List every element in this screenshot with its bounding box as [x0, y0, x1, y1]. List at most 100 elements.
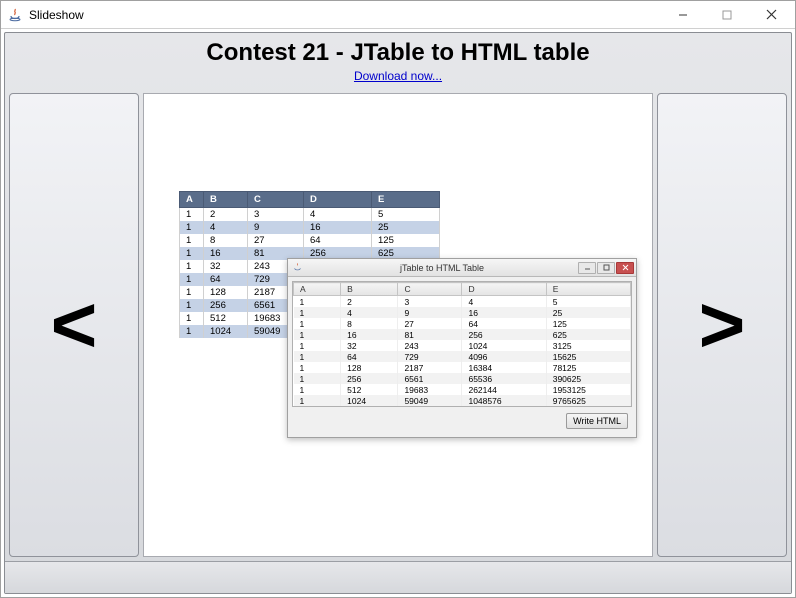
table-cell[interactable]: 1 [294, 296, 341, 308]
table-cell[interactable]: 256 [341, 373, 398, 384]
table-cell[interactable]: 1 [294, 384, 341, 395]
table-cell[interactable]: 9765625 [546, 395, 630, 406]
minimize-button[interactable] [661, 3, 705, 27]
table-cell[interactable]: 1 [294, 340, 341, 351]
table-cell[interactable]: 128 [341, 362, 398, 373]
column-header[interactable]: B [341, 283, 398, 296]
table-cell[interactable]: 262144 [462, 384, 546, 395]
table-cell: 1 [180, 325, 204, 338]
table-cell[interactable]: 1953125 [546, 384, 630, 395]
jtable[interactable]: ABCDE 1234514916251827641251168125662513… [293, 282, 631, 406]
table-cell: 27 [248, 234, 304, 247]
inner-window: jTable to HTML Table ABCDE 1234514916251… [287, 258, 637, 438]
column-header[interactable]: A [294, 283, 341, 296]
table-cell[interactable]: 1 [294, 373, 341, 384]
table-cell: 512 [204, 312, 248, 325]
inner-footer: Write HTML [292, 407, 632, 433]
table-cell[interactable]: 1 [294, 307, 341, 318]
table-cell[interactable]: 4 [462, 296, 546, 308]
table-cell[interactable]: 8 [341, 318, 398, 329]
column-header: C [248, 192, 304, 208]
titlebar: Slideshow [1, 1, 795, 29]
table-cell[interactable]: 3125 [546, 340, 630, 351]
table-cell[interactable]: 78125 [546, 362, 630, 373]
table-cell[interactable]: 2 [341, 296, 398, 308]
download-link[interactable]: Download now... [354, 69, 442, 83]
inner-close-button[interactable] [616, 262, 634, 274]
column-header[interactable]: C [398, 283, 462, 296]
table-cell[interactable]: 1 [294, 329, 341, 340]
column-header: A [180, 192, 204, 208]
table-cell[interactable]: 25 [546, 307, 630, 318]
table-cell[interactable]: 27 [398, 318, 462, 329]
table-cell[interactable]: 2187 [398, 362, 462, 373]
column-header[interactable]: D [462, 283, 546, 296]
close-button[interactable] [749, 3, 793, 27]
prev-button[interactable]: < [9, 93, 139, 557]
column-header: B [204, 192, 248, 208]
table-cell[interactable]: 256 [462, 329, 546, 340]
inner-minimize-button[interactable] [578, 262, 596, 274]
inner-window-controls [577, 262, 634, 274]
table-row[interactable]: 1491625 [294, 307, 631, 318]
table-cell[interactable]: 15625 [546, 351, 630, 362]
table-cell: 64 [204, 273, 248, 286]
table-cell[interactable]: 4 [341, 307, 398, 318]
table-cell[interactable]: 4096 [462, 351, 546, 362]
table-cell: 3 [248, 208, 304, 222]
table-cell[interactable]: 65536 [462, 373, 546, 384]
table-cell[interactable]: 19683 [398, 384, 462, 395]
table-cell: 8 [204, 234, 248, 247]
table-cell[interactable]: 1 [294, 395, 341, 406]
inner-table-wrap: ABCDE 1234514916251827641251168125662513… [292, 281, 632, 407]
table-cell[interactable]: 625 [546, 329, 630, 340]
table-cell: 64 [304, 234, 372, 247]
table-cell[interactable]: 5 [546, 296, 630, 308]
table-cell[interactable]: 16 [341, 329, 398, 340]
inner-maximize-button[interactable] [597, 262, 615, 274]
inner-window-title: jTable to HTML Table [307, 263, 577, 273]
table-cell[interactable]: 1024 [341, 395, 398, 406]
table-cell[interactable]: 390625 [546, 373, 630, 384]
table-cell[interactable]: 512 [341, 384, 398, 395]
table-cell[interactable]: 59049 [398, 395, 462, 406]
table-cell[interactable]: 9 [398, 307, 462, 318]
window-controls [661, 3, 793, 27]
table-row[interactable]: 1512196832621441953125 [294, 384, 631, 395]
table-cell[interactable]: 16 [462, 307, 546, 318]
table-cell[interactable]: 125 [546, 318, 630, 329]
table-cell[interactable]: 729 [398, 351, 462, 362]
write-html-button[interactable]: Write HTML [566, 413, 628, 429]
table-cell[interactable]: 6561 [398, 373, 462, 384]
table-cell: 5 [372, 208, 440, 222]
table-row[interactable]: 13224310243125 [294, 340, 631, 351]
table-cell[interactable]: 1024 [462, 340, 546, 351]
next-button[interactable]: > [657, 93, 787, 557]
table-cell[interactable]: 64 [341, 351, 398, 362]
table-cell[interactable]: 16384 [462, 362, 546, 373]
maximize-button[interactable] [705, 3, 749, 27]
table-cell[interactable]: 1 [294, 318, 341, 329]
table-cell[interactable]: 81 [398, 329, 462, 340]
java-icon [7, 7, 23, 23]
table-row: 12345 [180, 208, 440, 222]
table-cell[interactable]: 1 [294, 351, 341, 362]
table-cell[interactable]: 243 [398, 340, 462, 351]
table-row[interactable]: 1256656165536390625 [294, 373, 631, 384]
table-row[interactable]: 112821871638478125 [294, 362, 631, 373]
table-row[interactable]: 164729409615625 [294, 351, 631, 362]
table-row[interactable]: 12345 [294, 296, 631, 308]
table-cell: 1 [180, 273, 204, 286]
table-cell[interactable]: 1 [294, 362, 341, 373]
table-cell[interactable]: 32 [341, 340, 398, 351]
footer-bar [5, 561, 791, 593]
table-cell[interactable]: 64 [462, 318, 546, 329]
table-row[interactable]: 110245904910485769765625 [294, 395, 631, 406]
table-cell[interactable]: 3 [398, 296, 462, 308]
inner-body: ABCDE 1234514916251827641251168125662513… [288, 277, 636, 437]
table-cell: 9 [248, 221, 304, 234]
column-header[interactable]: E [546, 283, 630, 296]
table-cell[interactable]: 1048576 [462, 395, 546, 406]
table-row[interactable]: 11681256625 [294, 329, 631, 340]
table-row[interactable]: 182764125 [294, 318, 631, 329]
